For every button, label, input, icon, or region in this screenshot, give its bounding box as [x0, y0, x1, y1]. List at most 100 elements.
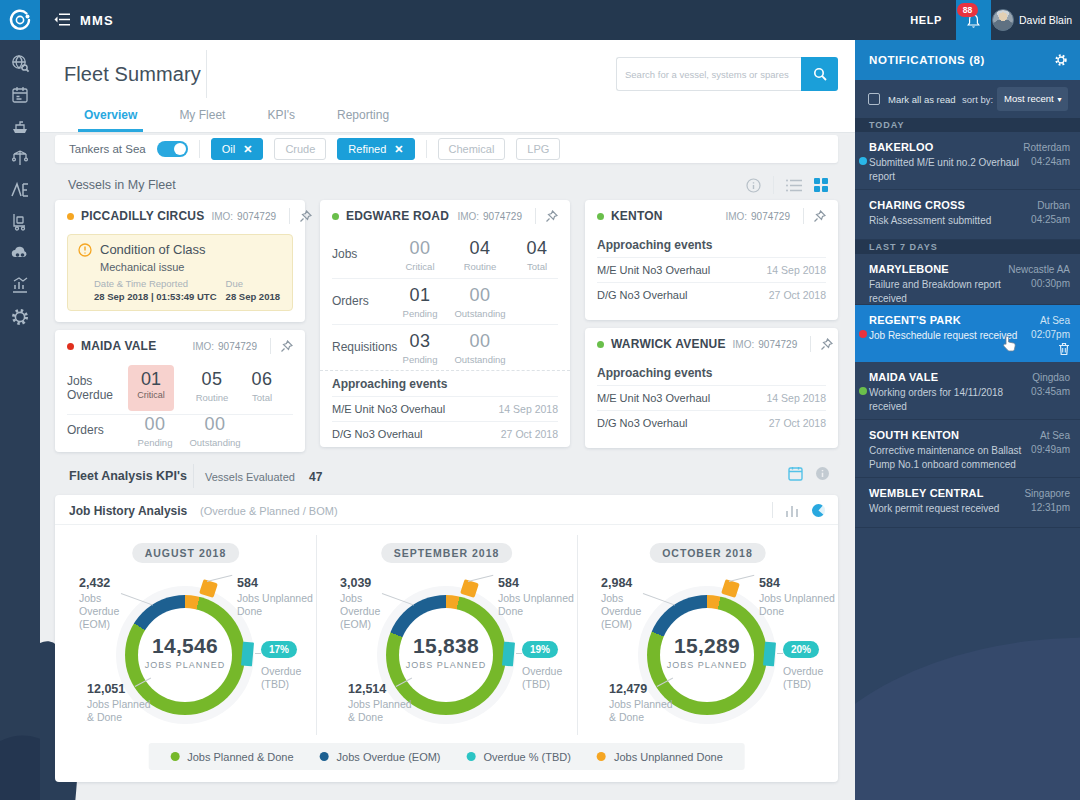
- approaching-events-title: Approaching events: [597, 360, 826, 385]
- menu-toggle-icon[interactable]: [54, 13, 70, 26]
- user-name[interactable]: David Blain: [1019, 14, 1072, 26]
- unplanned-done-label: 584Jobs UnplannedDone: [237, 577, 313, 618]
- vessel-card-warwick-avenue[interactable]: WARWICK AVENUE IMO:9074729 Approaching e…: [585, 328, 838, 448]
- tab-my-fleet[interactable]: My Fleet: [173, 104, 231, 132]
- chart-subtitle: (Overdue & Planned / BOM): [200, 505, 338, 517]
- notification-regents-park[interactable]: REGENT'S PARK Job Reschedule request rec…: [855, 305, 1080, 362]
- legend-planned-done: Jobs Planned & Done: [170, 751, 293, 763]
- filter-bar: Tankers at Sea Oil✕ Crude Refined✕ Chemi…: [55, 135, 838, 163]
- group-today: TODAY: [855, 118, 1080, 132]
- search-input[interactable]: [616, 57, 801, 91]
- tab-kpis[interactable]: KPI's: [261, 104, 301, 132]
- status-dot: [597, 213, 604, 220]
- alert-due: Due 28 Sep 2018: [226, 278, 280, 302]
- vessel-card-maida-vale[interactable]: MAIDA VALE IMO:9074729 Jobs Overdue 01 C…: [55, 330, 305, 452]
- cloud-icon[interactable]: [10, 243, 30, 263]
- overdue-tbd-label: Overdue(TBD): [261, 665, 301, 691]
- vessel-card-edgware-road[interactable]: EDGWARE ROAD IMO:9074729 Jobs 00Critical…: [320, 200, 570, 447]
- vessel-card-kenton[interactable]: KENTON IMO:9074729 Approaching events M/…: [585, 200, 838, 320]
- fleet-analysis-header: Fleet Analysis KPI's Vessels Evaluated 4…: [55, 464, 838, 490]
- event-row[interactable]: D/G No3 Overhaul27 Oct 2018: [597, 282, 826, 307]
- donut-center: 15,838 JOBS PLANNED: [399, 608, 493, 702]
- mark-all-checkbox[interactable]: [868, 93, 880, 105]
- pin-icon[interactable]: [813, 210, 826, 223]
- notifications-settings-icon[interactable]: [1054, 53, 1068, 67]
- chip-refined[interactable]: Refined✕: [337, 138, 414, 160]
- grid-view-icon[interactable]: [814, 178, 828, 192]
- settings-gear-icon[interactable]: [10, 307, 30, 327]
- tab-reporting[interactable]: Reporting: [331, 104, 395, 132]
- chip-oil[interactable]: Oil✕: [211, 138, 264, 160]
- notification-wembley-central[interactable]: WEMBLEY CENTRAL Work permit request rece…: [855, 478, 1080, 528]
- event-row[interactable]: D/G No3 Overhaul27 Oct 2018: [597, 410, 826, 435]
- notification-maida-vale[interactable]: MAIDA VALE Working orders for 14/11/2018…: [855, 362, 1080, 420]
- sidebar-nav: [0, 40, 40, 800]
- tab-overview[interactable]: Overview: [78, 104, 143, 132]
- vessel-card-piccadilly-circus[interactable]: PICCADILLY CIRCUS IMO:9074729 Condition …: [55, 200, 305, 322]
- event-row[interactable]: M/E Unit No3 Overhaul14 Sep 2018: [597, 257, 826, 282]
- event-row[interactable]: D/G No3 Overhaul27 Oct 2018: [332, 421, 558, 446]
- remove-refined-icon[interactable]: ✕: [394, 143, 403, 156]
- status-dot: [597, 341, 604, 348]
- unplanned-done-label: 584Jobs UnplannedDone: [759, 577, 835, 618]
- event-row[interactable]: M/E Unit No3 Overhaul14 Sep 2018: [597, 385, 826, 410]
- donut-center: 15,289 JOBS PLANNED: [660, 608, 754, 702]
- overdue-eom-label: 2,984JobsOverdue(EOM): [601, 577, 641, 631]
- month-label: AUGUST 2018: [132, 543, 240, 563]
- info-icon[interactable]: [815, 466, 830, 481]
- pin-icon[interactable]: [820, 338, 833, 351]
- warning-icon: [78, 243, 92, 257]
- event-row[interactable]: M/E Unit No3 Overhaul14 Sep 2018: [332, 396, 558, 421]
- globe-search-icon[interactable]: [10, 53, 30, 73]
- main-content: Fleet Summary Overview My Fleet KPI's Re…: [40, 40, 855, 800]
- month-label: SEPTEMBER 2018: [381, 543, 513, 563]
- chip-crude[interactable]: Crude: [274, 138, 326, 160]
- overdue-tbd-marker: [502, 642, 515, 667]
- chip-lpg[interactable]: LPG: [516, 138, 560, 160]
- list-view-icon[interactable]: [786, 179, 802, 192]
- legend-unplanned-done: Jobs Unplanned Done: [597, 751, 723, 763]
- critical-count-box: 01 Critical: [128, 365, 174, 411]
- vessel-name: EDGWARE ROAD: [346, 209, 449, 223]
- sort-dropdown[interactable]: Most recent▼: [997, 87, 1068, 111]
- pin-icon[interactable]: [545, 210, 558, 223]
- planner-icon[interactable]: [10, 85, 30, 105]
- vessel-name: MAIDA VALE: [81, 339, 156, 353]
- notification-bakerloo[interactable]: BAKERLOO Submitted M/E unit no.2 Overhau…: [855, 132, 1080, 190]
- remove-oil-icon[interactable]: ✕: [243, 143, 252, 156]
- info-icon[interactable]: [746, 178, 761, 193]
- notification-south-kenton[interactable]: SOUTH KENTON Corrective maintenance on B…: [855, 420, 1080, 478]
- tankers-at-sea-toggle[interactable]: [157, 141, 188, 157]
- overdue-tbd-pill: 17%: [261, 641, 297, 658]
- crane-icon[interactable]: [10, 148, 30, 168]
- pin-icon[interactable]: [280, 340, 293, 353]
- chip-chemical[interactable]: Chemical: [438, 138, 506, 160]
- chevron-down-icon: ▼: [1056, 88, 1063, 112]
- app-logo[interactable]: [0, 0, 40, 40]
- logo-icon: [8, 8, 32, 32]
- calendar-icon[interactable]: [788, 466, 803, 481]
- avatar[interactable]: [992, 9, 1014, 31]
- help-link[interactable]: HELP: [910, 14, 942, 26]
- trolley-icon[interactable]: [10, 212, 30, 232]
- filter-divider2: [426, 140, 427, 158]
- notification-marylebone[interactable]: MARYLEBONE Failure and Breakdown report …: [855, 254, 1080, 305]
- alert-reported: Date & Time Reported 28 Sep 2018 | 01:53…: [94, 278, 226, 302]
- vessels-section-header: Vessels in My Fleet: [55, 174, 838, 196]
- delete-icon[interactable]: [1058, 342, 1070, 356]
- vessel-icon[interactable]: [10, 117, 30, 137]
- alert-title-row: Condition of Class: [78, 242, 282, 257]
- analysis-icon[interactable]: [10, 180, 30, 200]
- unplanned-marker: [460, 579, 479, 598]
- sidebar-wave-decoration: [0, 722, 40, 800]
- search-button[interactable]: [801, 57, 838, 91]
- overdue-tbd-label: Overdue(TBD): [783, 665, 823, 691]
- pin-icon[interactable]: [299, 210, 312, 223]
- fleet-analysis-title: Fleet Analysis KPI's: [69, 469, 187, 483]
- kpi-chart-icon[interactable]: [10, 275, 30, 295]
- notification-charing-cross[interactable]: CHARING CROSS Risk Assessment submitted …: [855, 190, 1080, 240]
- bar-chart-view-icon[interactable]: [785, 504, 799, 517]
- pie-chart-view-icon[interactable]: [811, 503, 826, 518]
- orders-row: Orders 01Pending 00Outstanding: [332, 278, 558, 324]
- vessels-section-title: Vessels in My Fleet: [68, 178, 176, 192]
